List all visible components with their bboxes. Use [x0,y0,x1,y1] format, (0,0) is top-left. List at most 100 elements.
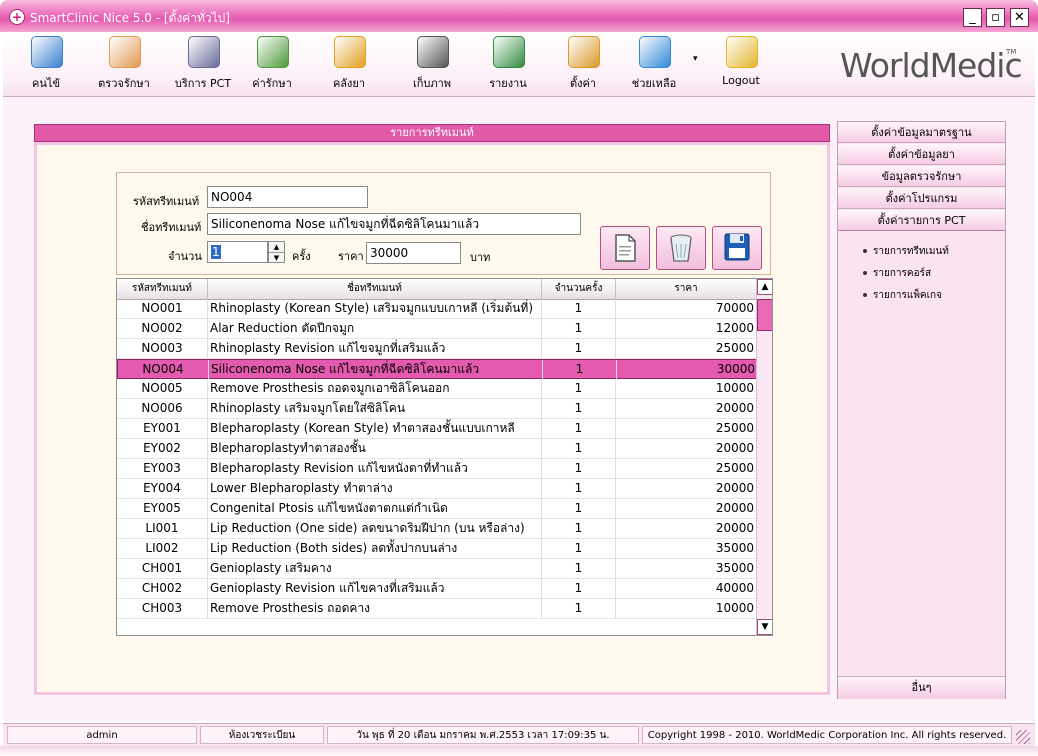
cell-name: Blepharoplastyทำตาสองชั้น [208,439,542,458]
cell-code: NO006 [117,399,208,418]
qty-spinner[interactable]: ▲ ▼ [268,241,285,263]
table-row[interactable]: NO003 Rhinoplasty Revision แก้ไขจมูกที่เส… [117,339,757,359]
new-button[interactable] [600,226,650,270]
cell-name: Rhinoplasty Revision แก้ไขจมูกที่เสริมแล… [208,339,542,358]
patient-icon [31,36,63,68]
sidebar-standard-data-button[interactable]: ตั้งค่าข้อมูลมาตรฐาน [838,122,1005,143]
cell-name: Lower Blepharoplasty ทำตาล่าง [208,479,542,498]
sidebar-link-label: รายการแพ็คเกจ [873,290,942,301]
toolbar-item-5[interactable]: เก็บภาพ [398,32,466,94]
toolbar-item-label: ค่ารักษา [252,77,292,90]
cell-qty: 1 [542,439,616,458]
table-row[interactable]: CH003 Remove Prosthesis ถอดคาง 1 10000 [117,599,757,619]
spin-up-icon[interactable]: ▲ [269,242,284,253]
cell-code: NO003 [117,339,208,358]
cell-qty: 1 [543,360,617,379]
app-icon[interactable]: + [9,9,25,25]
cell-qty: 1 [542,459,616,478]
cell-qty: 1 [542,479,616,498]
chart-icon [493,36,525,68]
cell-price: 25000 [616,459,757,478]
table-row[interactable]: CH002 Genioplasty Revision แก้ไขคางที่เสร… [117,579,757,599]
sidebar-drug-data-button[interactable]: ตั้งค่าข้อมูลยา [838,144,1005,165]
bullet-icon [863,271,867,275]
sidebar-link-treatments[interactable]: รายการทรีทเมนท์ [863,244,949,259]
table-row[interactable]: NO005 Remove Prosthesis ถอดจมูกเอาซิลิโคน… [117,379,757,399]
table-row[interactable]: EY002 Blepharoplastyทำตาสองชั้น 1 20000 [117,439,757,459]
table-row[interactable]: EY001 Blepharoplasty (Korean Style) ทำตาส… [117,419,757,439]
toolbar-item-8[interactable]: ช่วยเหลือ [618,32,690,94]
toolbar-item-label: Logout [722,74,760,87]
toolbar-item-7[interactable]: ตั้งค่า [552,32,614,94]
name-field[interactable]: Siliconenoma Nose แก้ไขจมูกที่ฉีดซิลิโคน… [207,213,581,235]
col-qty-header[interactable]: จำนวนครั้ง [542,279,616,299]
close-button[interactable]: ✕ [1010,8,1029,27]
cell-name: Genioplasty Revision แก้ไขคางที่เสริมแล้… [208,579,542,598]
col-price-header[interactable]: ราคา [616,279,757,299]
toolbar-item-2[interactable]: บริการ PCT [165,32,241,94]
table-row[interactable]: LI002 Lip Reduction (Both sides) ลดทั้งปา… [117,539,757,559]
toolbar-item-3[interactable]: ค่ารักษา [243,32,301,94]
resize-grip-icon[interactable] [1016,730,1030,744]
sidebar-link-packages[interactable]: รายการแพ็คเกจ [863,288,942,303]
toolbar-item-1[interactable]: ตรวจรักษา [90,32,158,94]
spin-down-icon[interactable]: ▼ [269,253,284,263]
cell-code: EY003 [117,459,208,478]
toolbar-item-label: ตั้งค่า [569,77,597,90]
scroll-up-button[interactable]: ▲ [757,279,772,295]
maximize-button[interactable]: ▫ [986,8,1005,27]
logo-trademark: TM [1006,48,1017,56]
cell-price: 10000 [616,599,757,618]
table-row[interactable]: EY005 Congenital Ptosis แก้ไขหนังตาตกแต่ก… [117,499,757,519]
cell-price: 20000 [616,499,757,518]
cell-qty: 1 [542,379,616,398]
sidebar-pct-settings-button[interactable]: ตั้งค่ารายการ PCT [838,210,1005,231]
cell-name: Rhinoplasty เสริมจมูกโดยใส่ซิลิโคน [208,399,542,418]
code-label: รหัสทรีทเมนท์ [133,195,200,208]
sidebar-link-courses[interactable]: รายการคอร์ส [863,266,931,281]
toolbar-item-4[interactable]: คลังยา [318,32,380,94]
bullet-icon [863,249,867,253]
cell-qty: 1 [542,539,616,558]
table-row[interactable]: EY003 Blepharoplasty Revision แก้ไขหนังตา… [117,459,757,479]
name-label: ชื่อทรีทเมนท์ [141,221,202,234]
cell-name: Remove Prosthesis ถอดจมูกเอาซิลิโคนออก [208,379,542,398]
cell-price: 20000 [616,519,757,538]
scroll-down-button[interactable]: ▼ [757,619,772,635]
scroll-thumb[interactable] [757,299,772,331]
cell-price: 35000 [616,539,757,558]
cell-qty: 1 [542,599,616,618]
sidebar-other-button[interactable]: อื่นๆ [838,676,1005,699]
table-row[interactable]: NO006 Rhinoplasty เสริมจมูกโดยใส่ซิลิโคน 1… [117,399,757,419]
sidebar-program-settings-button[interactable]: ตั้งค่าโปรแกรม [838,188,1005,209]
minimize-button[interactable]: _ [963,8,982,27]
cell-name: Rhinoplasty (Korean Style) เสริมจมูกแบบเ… [208,299,542,318]
table-row[interactable]: LI001 Lip Reduction (One side) ลดขนาดริมฝ… [117,519,757,539]
price-label: ราคา [338,250,364,263]
table-scrollbar[interactable]: ▲ ▼ [756,279,772,635]
worldmedic-logo: WorldMedic [840,46,1023,85]
cell-code: CH003 [117,599,208,618]
toolbar-item-0[interactable]: คนไข้ [15,32,77,94]
cell-code: NO004 [118,360,209,379]
status-user: admin [7,726,197,744]
table-row[interactable]: NO001 Rhinoplasty (Korean Style) เสริมจมู… [117,299,757,319]
table-row[interactable]: NO002 Alar Reduction ตัดปีกจมูก 1 12000 [117,319,757,339]
table-row[interactable]: CH001 Genioplasty เสริมคาง 1 35000 [117,559,757,579]
col-name-header[interactable]: ชื่อทรีทเมนท์ [208,279,542,299]
toolbar-item-9[interactable]: Logout [700,32,782,94]
save-button[interactable] [712,226,762,270]
code-field[interactable]: NO004 [207,186,368,208]
sidebar-treatment-data-button[interactable]: ข้อมูลตรวจรักษา [838,166,1005,187]
table-row[interactable]: NO004 Siliconenoma Nose แก้ไขจมูกที่ฉีดซิ… [117,359,758,379]
delete-button[interactable] [656,226,706,270]
toolbar-item-6[interactable]: รายงาน [477,32,539,94]
qty-field[interactable]: 1 [207,241,268,263]
price-field[interactable]: 30000 [366,242,461,264]
col-code-header[interactable]: รหัสทรีทเมนท์ [117,279,208,299]
table-row[interactable]: EY004 Lower Blepharoplasty ทำตาล่าง 1 20000 [117,479,757,499]
cell-name: Siliconenoma Nose แก้ไขจมูกที่ฉีดซิลิโคน… [209,360,543,379]
cell-code: LI002 [117,539,208,558]
help-dropdown-arrow[interactable]: ▾ [693,54,698,64]
cell-name: Congenital Ptosis แก้ไขหนังตาตกแต่กำเนิด [208,499,542,518]
